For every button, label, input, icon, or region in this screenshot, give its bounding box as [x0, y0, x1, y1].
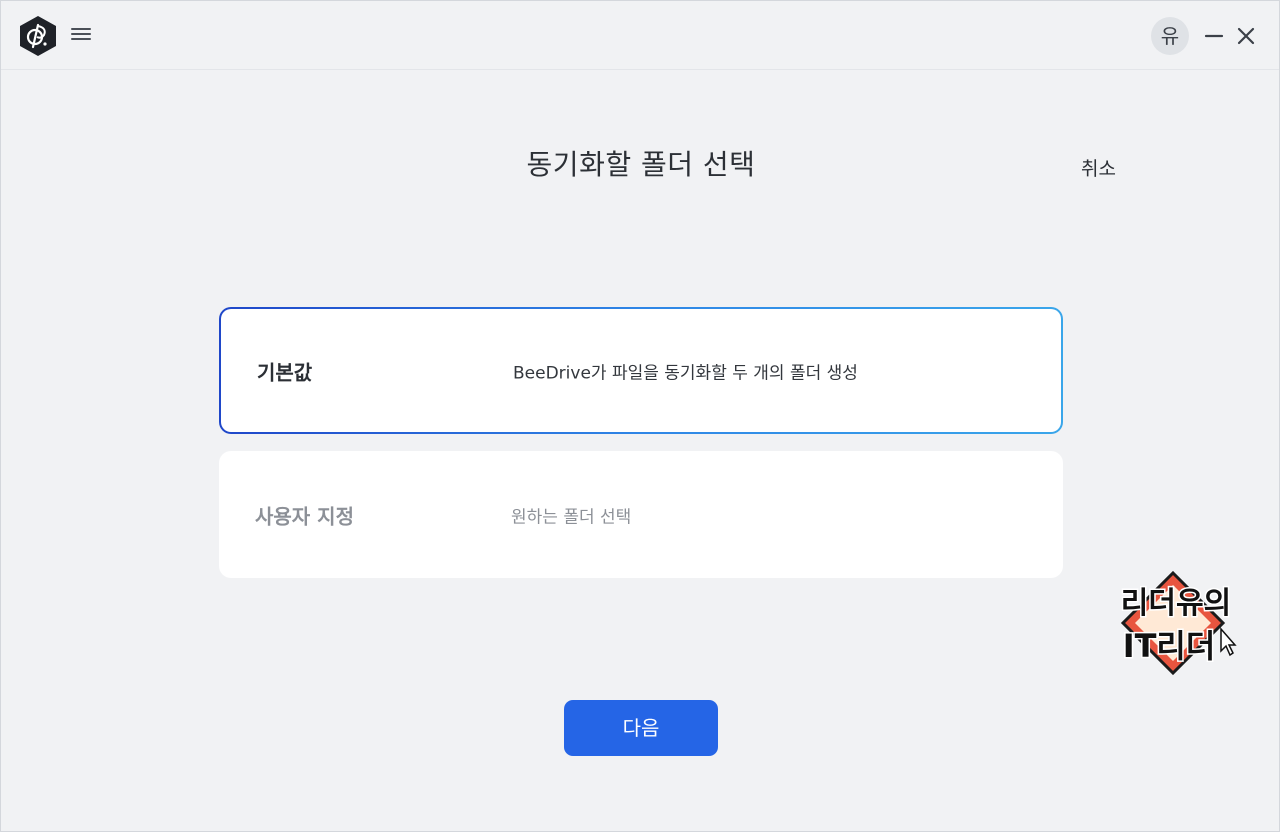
- hamburger-menu-icon[interactable]: [71, 25, 91, 45]
- watermark-line2: IT리더: [1123, 627, 1216, 665]
- cursor-icon: [1220, 627, 1237, 657]
- titlebar: 유: [1, 1, 1279, 70]
- watermark-logo: 리더유의 IT리더: [1119, 571, 1237, 676]
- option-default-description: BeeDrive가 파일을 동기화할 두 개의 폴더 생성: [513, 363, 858, 383]
- cancel-button[interactable]: 취소: [1081, 154, 1116, 181]
- minimize-icon[interactable]: [1203, 25, 1225, 47]
- option-custom[interactable]: 사용자 지정 원하는 폴더 선택: [219, 451, 1063, 578]
- option-default[interactable]: 기본값 BeeDrive가 파일을 동기화할 두 개의 폴더 생성: [219, 307, 1063, 434]
- option-default-label: 기본값: [257, 360, 313, 384]
- avatar[interactable]: 유: [1151, 17, 1189, 55]
- watermark-line1: 리더유의: [1121, 586, 1231, 621]
- option-custom-description: 원하는 폴더 선택: [511, 507, 632, 527]
- app-window: 유 동기화할 폴더 선택 취소 기본값 BeeDrive가 파일을 동기화할 두…: [0, 0, 1280, 832]
- next-button[interactable]: 다음: [564, 700, 718, 756]
- option-custom-label: 사용자 지정: [255, 504, 354, 528]
- beedrive-logo-icon: [20, 16, 56, 56]
- close-icon[interactable]: [1235, 25, 1257, 47]
